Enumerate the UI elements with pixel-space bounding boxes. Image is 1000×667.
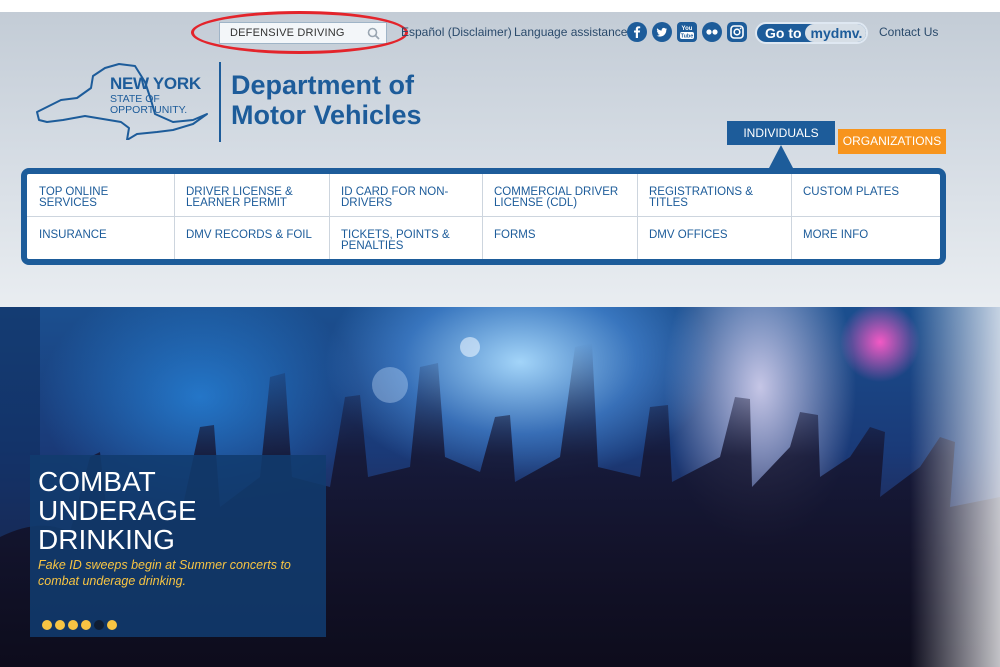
carousel-dot-6[interactable] [107,620,117,630]
hero-title-line-1: COMBAT [38,466,156,497]
nav-commercial-driver-license[interactable]: COMMERCIAL DRIVER LICENSE (CDL) [482,178,637,209]
carousel-dot-2[interactable] [55,620,65,630]
carousel-dot-4[interactable] [81,620,91,630]
hero-banner[interactable]: COMBAT UNDERAGE DRINKING Fake ID sweeps … [0,307,1000,667]
hero-description: Fake ID sweeps begin at Summer concerts … [38,558,291,588]
svg-text:Tube: Tube [681,34,694,40]
go-to-label: Go to [765,25,802,41]
search-highlight-circle [191,11,408,54]
nav-driver-license-learner-permit[interactable]: DRIVER LICENSE & LEARNER PERMIT [174,178,329,209]
carousel-dot-3[interactable] [68,620,78,630]
carousel-dot-1[interactable] [42,620,52,630]
department-line-1: Department of [231,70,415,100]
language-assistance-link[interactable]: Language assistance [514,25,627,39]
logo-opportunity: OPPORTUNITY. [110,104,188,116]
main-navigation: TOP ONLINE SERVICES DRIVER LICENSE & LEA… [21,168,946,265]
hero-title-line-3: DRINKING [38,524,175,555]
flickr-icon[interactable] [702,22,722,42]
carousel-dots [42,617,120,630]
logo-divider [219,62,221,142]
department-name[interactable]: Department of Motor Vehicles [231,70,422,130]
hero-right-fade [910,307,1000,667]
nav-insurance[interactable]: INSURANCE [27,221,174,241]
department-line-2: Motor Vehicles [231,100,422,130]
hero-title: COMBAT UNDERAGE DRINKING [38,467,318,554]
hero-title-line-2: UNDERAGE [38,495,197,526]
nav-row-divider [27,216,940,217]
nav-id-card-non-drivers[interactable]: ID CARD FOR NON-DRIVERS [329,178,482,209]
svg-text:You: You [682,26,693,32]
nav-dmv-offices[interactable]: DMV OFFICES [637,221,791,241]
facebook-icon[interactable] [627,22,647,42]
nav-custom-plates[interactable]: CUSTOM PLATES [791,178,940,198]
espanol-link[interactable]: Español (Disclaimer) [401,25,512,39]
contact-us-link[interactable]: Contact Us [879,25,938,39]
nav-dmv-records-foil[interactable]: DMV RECORDS & FOIL [174,221,329,241]
active-tab-pointer [769,145,793,168]
nav-tickets-points-penalties[interactable]: TICKETS, POINTS & PENALTIES [329,221,482,252]
twitter-icon[interactable] [652,22,672,42]
tab-organizations[interactable]: ORGANIZATIONS [838,129,946,154]
go-to-mydmv-button[interactable]: Go to mydmv. [755,22,868,44]
hero-caption-box[interactable]: COMBAT UNDERAGE DRINKING Fake ID sweeps … [30,455,326,637]
nav-registrations-titles[interactable]: REGISTRATIONS & TITLES [637,178,791,209]
carousel-dot-5[interactable] [94,620,104,630]
mydmv-brand: mydmv. [804,24,866,42]
logo-new-york: NEW YORK [110,74,201,93]
instagram-icon[interactable] [727,22,747,42]
nav-forms[interactable]: FORMS [482,221,637,241]
nav-top-online-services[interactable]: TOP ONLINE SERVICES [27,178,174,209]
tab-individuals[interactable]: INDIVIDUALS [727,121,835,145]
nav-more-info[interactable]: MORE INFO [791,221,940,241]
youtube-icon[interactable]: You Tube [677,22,697,42]
